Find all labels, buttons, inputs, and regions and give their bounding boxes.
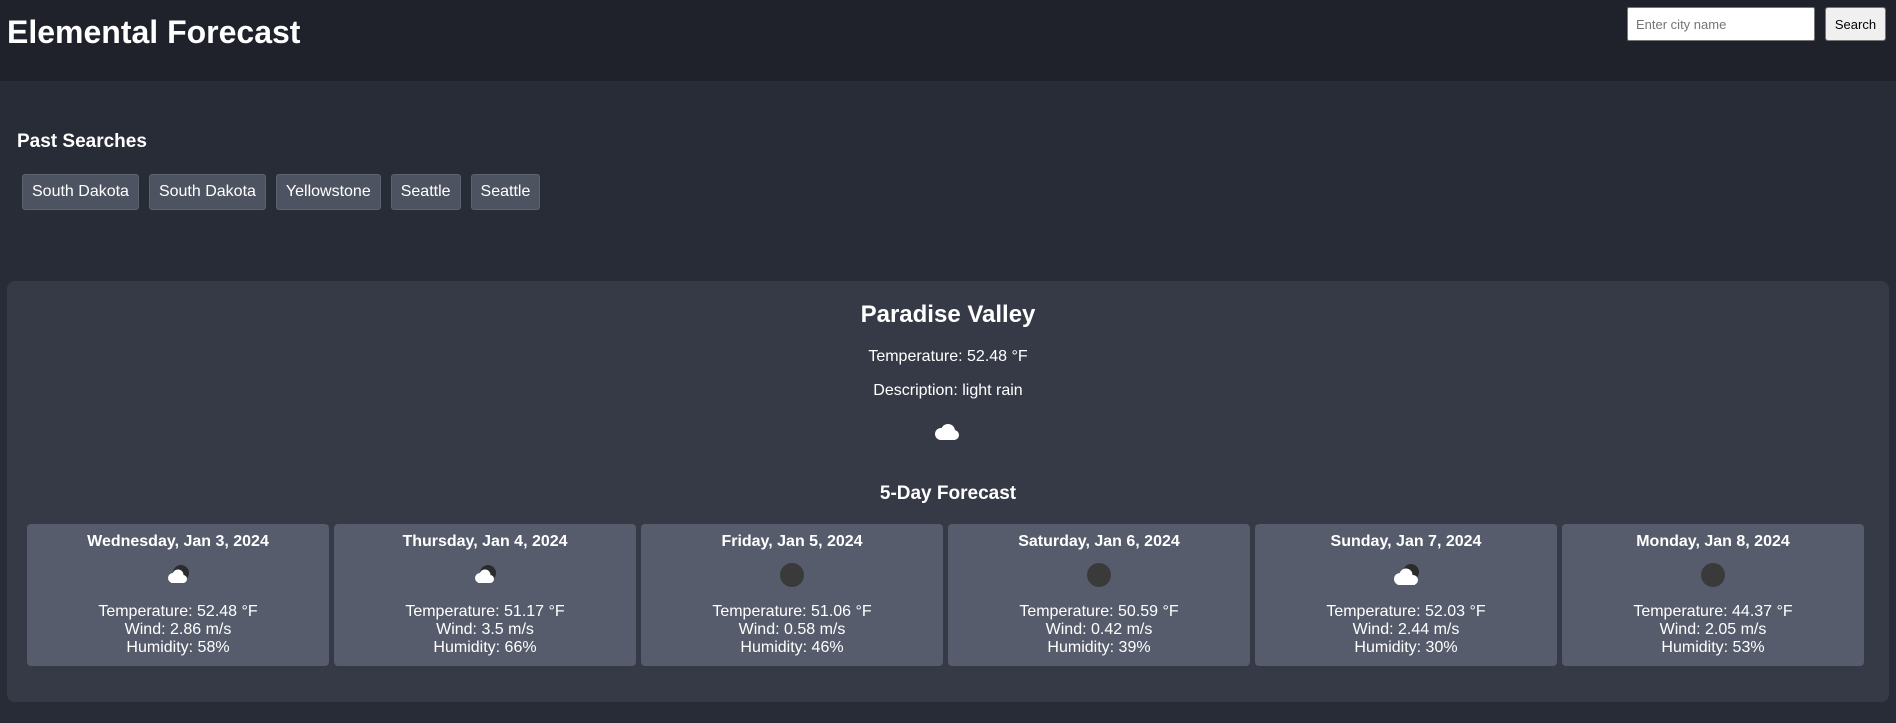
forecast-day-card: Monday, Jan 8, 2024 Temperature: 44.37 °… <box>1562 524 1864 666</box>
forecast-wind: Wind: 0.42 m/s <box>1045 621 1153 638</box>
forecast-temperature: Temperature: 52.48 °F <box>98 603 258 620</box>
forecast-humidity: Humidity: 53% <box>1661 639 1765 656</box>
current-temperature: Temperature: 52.48 °F <box>868 348 1028 365</box>
forecast-humidity: Humidity: 46% <box>740 639 844 656</box>
forecast-day-card: Sunday, Jan 7, 2024 Temperature: 52.03 °… <box>1255 524 1557 666</box>
app-title: Elemental Forecast <box>7 14 301 50</box>
cloud-moon-icon <box>1391 560 1421 590</box>
forecast-humidity: Humidity: 66% <box>433 639 537 656</box>
light-rain-cloud-icon <box>931 421 961 443</box>
forecast-date: Sunday, Jan 7, 2024 <box>1330 533 1482 550</box>
forecast-date: Friday, Jan 5, 2024 <box>721 533 863 550</box>
app-header: Elemental Forecast Search <box>0 0 1896 81</box>
forecast-humidity: Humidity: 39% <box>1047 639 1151 656</box>
forecast-temperature: Temperature: 51.17 °F <box>405 603 565 620</box>
past-search-button[interactable]: Yellowstone <box>275 174 381 210</box>
cloud-moon-icon <box>163 560 193 590</box>
forecast-day-card: Wednesday, Jan 3, 2024 Temperature: 52.4… <box>27 524 329 666</box>
forecast-temperature: Temperature: 52.03 °F <box>1326 603 1486 620</box>
forecast-list: Wednesday, Jan 3, 2024 Temperature: 52.4… <box>27 524 1864 666</box>
forecast-date: Wednesday, Jan 3, 2024 <box>87 533 269 550</box>
forecast-day-card: Thursday, Jan 4, 2024 Temperature: 51.17… <box>334 524 636 666</box>
clear-night-icon <box>777 560 807 590</box>
city-name: Paradise Valley <box>860 301 1036 328</box>
forecast-temperature: Temperature: 51.06 °F <box>712 603 872 620</box>
forecast-wind: Wind: 2.86 m/s <box>124 621 232 638</box>
forecast-wind: Wind: 0.58 m/s <box>738 621 846 638</box>
cloud-moon-icon <box>470 560 500 590</box>
past-searches-title: Past Searches <box>17 131 147 152</box>
forecast-wind: Wind: 3.5 m/s <box>436 621 534 638</box>
clear-night-icon <box>1084 560 1114 590</box>
past-searches-list: South Dakota South Dakota Yellowstone Se… <box>22 174 541 210</box>
past-search-button[interactable]: South Dakota <box>22 174 139 210</box>
search-button[interactable]: Search <box>1825 7 1886 41</box>
past-search-button[interactable]: Seattle <box>470 174 541 210</box>
forecast-humidity: Humidity: 58% <box>126 639 230 656</box>
search-input[interactable] <box>1627 7 1815 41</box>
forecast-day-card: Friday, Jan 5, 2024 Temperature: 51.06 °… <box>641 524 943 666</box>
clear-night-icon <box>1698 560 1728 590</box>
forecast-temperature: Temperature: 44.37 °F <box>1633 603 1793 620</box>
forecast-date: Saturday, Jan 6, 2024 <box>1018 533 1180 550</box>
past-search-button[interactable]: Seattle <box>390 174 461 210</box>
forecast-wind: Wind: 2.05 m/s <box>1659 621 1767 638</box>
current-description: Description: light rain <box>873 382 1023 399</box>
forecast-date: Thursday, Jan 4, 2024 <box>402 533 568 550</box>
past-search-button[interactable]: South Dakota <box>148 174 266 210</box>
forecast-date: Monday, Jan 8, 2024 <box>1636 533 1790 550</box>
current-weather-panel: Paradise Valley Temperature: 52.48 °F De… <box>7 281 1889 702</box>
forecast-temperature: Temperature: 50.59 °F <box>1019 603 1179 620</box>
forecast-wind: Wind: 2.44 m/s <box>1352 621 1460 638</box>
forecast-day-card: Saturday, Jan 6, 2024 Temperature: 50.59… <box>948 524 1250 666</box>
forecast-title: 5-Day Forecast <box>879 483 1017 504</box>
forecast-humidity: Humidity: 30% <box>1354 639 1458 656</box>
